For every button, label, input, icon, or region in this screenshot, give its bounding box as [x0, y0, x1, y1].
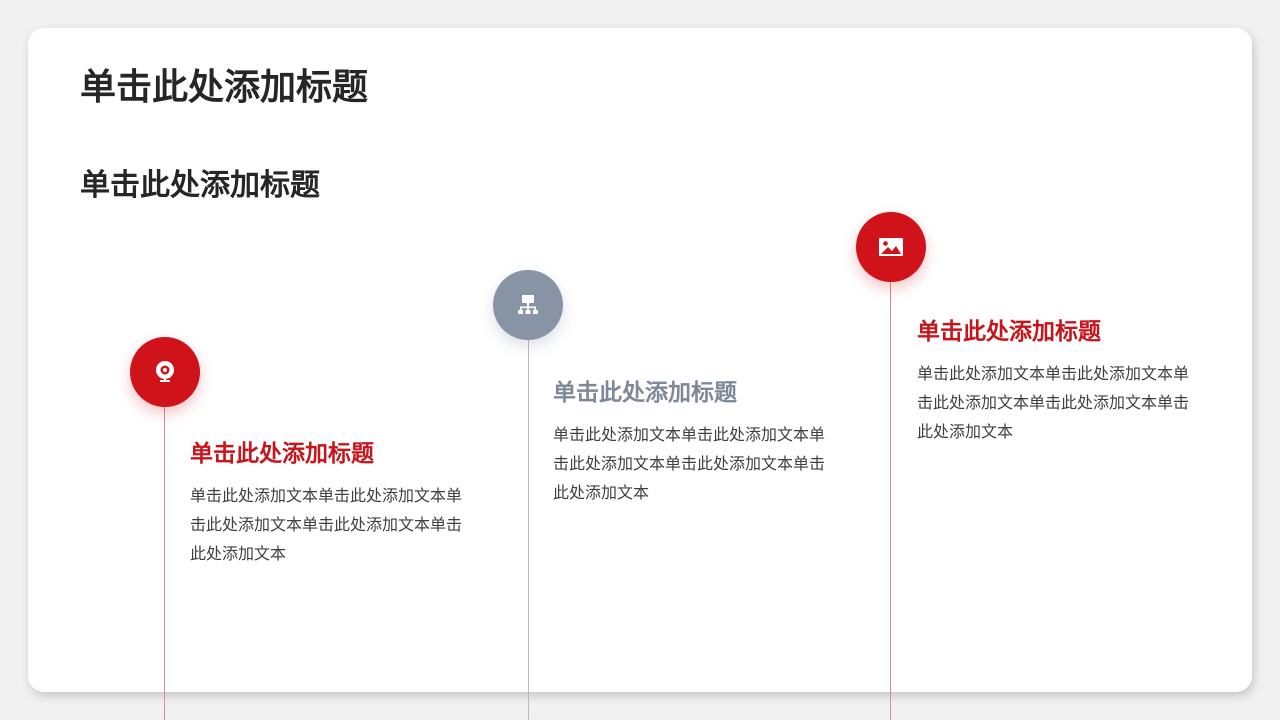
item-title-2[interactable]: 单击此处添加标题: [553, 373, 737, 407]
item-text-3[interactable]: 单击此处添加文本单击此处添加文本单击此处添加文本单击此处添加文本单击此处添加文本: [917, 359, 1193, 446]
slide-canvas: 单击此处添加标题 单击此处添加标题 单击此处添加标题 单击此处添加文本单击此处添…: [0, 0, 1280, 720]
item-title-3[interactable]: 单击此处添加标题: [917, 312, 1101, 346]
timeline-line-1: [164, 400, 165, 720]
item-title-1[interactable]: 单击此处添加标题: [190, 434, 374, 468]
timeline-line-3: [890, 275, 891, 720]
section-subtitle[interactable]: 单击此处添加标题: [80, 160, 320, 204]
webcam-icon: [156, 361, 174, 382]
timeline-line-2: [528, 335, 529, 720]
item-text-2[interactable]: 单击此处添加文本单击此处添加文本单击此处添加文本单击此处添加文本单击此处添加文本: [553, 420, 829, 507]
timeline-node-1[interactable]: [130, 337, 200, 407]
hierarchy-icon: [518, 295, 538, 314]
timeline-node-3[interactable]: [856, 212, 926, 282]
item-text-1[interactable]: 单击此处添加文本单击此处添加文本单击此处添加文本单击此处添加文本单击此处添加文本: [190, 481, 466, 568]
image-icon: [879, 238, 903, 256]
timeline-node-2[interactable]: [493, 270, 563, 340]
page-title[interactable]: 单击此处添加标题: [80, 58, 368, 110]
